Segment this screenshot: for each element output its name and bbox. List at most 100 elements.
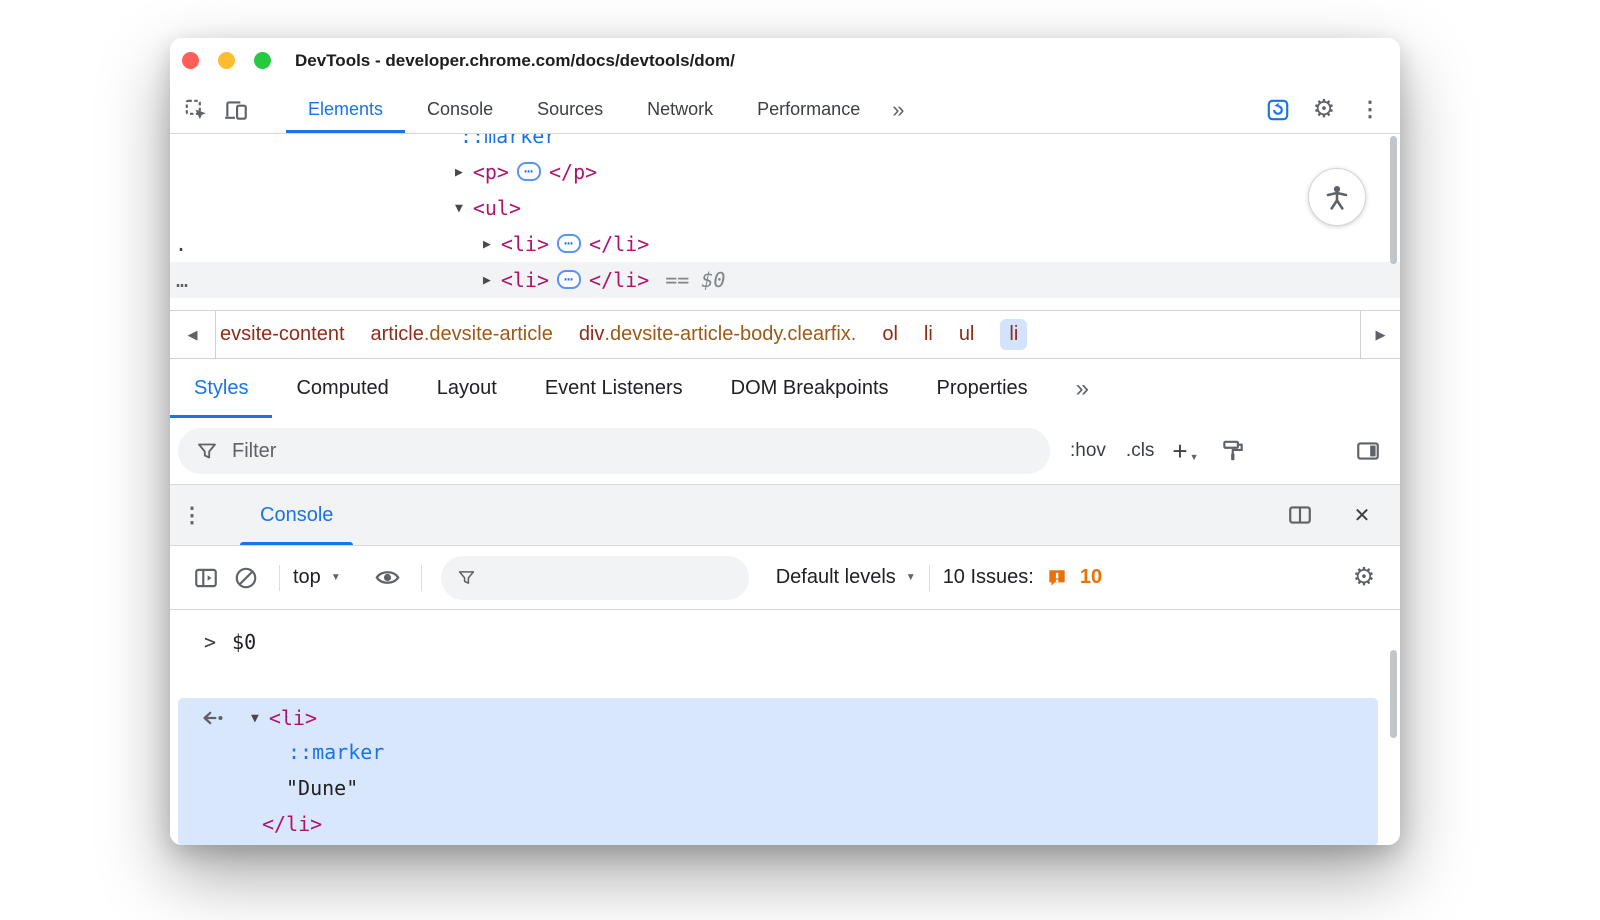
divider <box>421 565 422 591</box>
tab-network[interactable]: Network <box>625 86 735 133</box>
result-node-text[interactable]: "Dune" <box>178 770 1378 806</box>
tab-layout[interactable]: Layout <box>413 359 521 418</box>
dock-sidebar-icon[interactable] <box>1348 438 1388 464</box>
tab-styles[interactable]: Styles <box>170 359 272 418</box>
kebab-menu-icon[interactable]: ⋮ <box>1350 99 1390 120</box>
vertical-scrollbar[interactable] <box>1390 136 1397 264</box>
expand-arrow-icon[interactable]: ▶ <box>483 237 491 252</box>
issues-warning-icon <box>1046 567 1068 589</box>
tab-event-listeners[interactable]: Event Listeners <box>521 359 707 418</box>
collapse-arrow-icon[interactable]: ▼ <box>251 711 259 726</box>
selected-node-highlight <box>170 262 1400 298</box>
tab-computed[interactable]: Computed <box>272 359 412 418</box>
collapse-arrow-icon[interactable]: ▼ <box>455 201 463 216</box>
tab-console[interactable]: Console <box>405 86 515 133</box>
expand-ellipsis-button[interactable]: ⋯ <box>517 162 541 181</box>
result-node-li-close: </li> <box>178 806 1378 842</box>
more-tabs-icon[interactable]: » <box>1066 359 1099 418</box>
drawer-header: ⋮ Console ✕ <box>170 485 1400 546</box>
vertical-scrollbar[interactable] <box>1390 650 1397 738</box>
tree-row-li-selected[interactable]: ▶<li>⋯</li>== $0 <box>483 262 725 299</box>
rendering-emulation-icon[interactable] <box>1213 438 1253 464</box>
split-panel-icon[interactable] <box>1280 502 1320 528</box>
breadcrumb-scroll-left-icon[interactable]: ◀ <box>170 311 216 358</box>
result-node-marker[interactable]: ::marker <box>178 734 1378 770</box>
toggle-class-button[interactable]: .cls <box>1126 440 1155 462</box>
tab-dom-breakpoints[interactable]: DOM Breakpoints <box>707 359 913 418</box>
console-toolbar: top ▼ Default levels ▼ 10 Issues: 10 ⚙ <box>170 546 1400 610</box>
panel-tabs: Elements Console Sources Network Perform… <box>286 86 914 133</box>
chevron-down-icon: ▼ <box>1190 452 1199 462</box>
styles-filter-input[interactable] <box>232 440 1032 463</box>
toolbar-right-controls: ⚙ ⋮ <box>1258 86 1390 133</box>
expand-arrow-icon[interactable]: ▶ <box>455 165 463 180</box>
filter-funnel-icon <box>457 567 476 588</box>
titlebar: DevTools - developer.chrome.com/docs/dev… <box>170 38 1400 86</box>
expand-arrow-icon[interactable]: ▶ <box>483 273 491 288</box>
breadcrumb-item-div[interactable]: div.devsite-article-body.clearfix. <box>579 323 857 346</box>
accessibility-overlay-button[interactable] <box>1308 168 1366 226</box>
breadcrumb-item-ul[interactable]: ul <box>959 323 975 346</box>
device-toolbar-icon[interactable] <box>216 86 256 133</box>
close-window-button[interactable] <box>182 52 199 69</box>
sync-icon[interactable] <box>1258 97 1298 123</box>
tag-close-li: </li> <box>589 268 649 292</box>
breadcrumb-item-li[interactable]: li <box>924 323 933 346</box>
spacer <box>354 565 355 591</box>
expand-ellipsis-button[interactable]: ⋯ <box>557 270 581 289</box>
devtools-window: DevTools - developer.chrome.com/docs/dev… <box>170 38 1400 845</box>
log-level-selector[interactable]: Default levels ▼ <box>776 566 916 589</box>
breadcrumb-item-article[interactable]: article.devsite-article <box>371 323 553 346</box>
result-node-li[interactable]: ▼ <li> <box>178 698 1378 734</box>
breadcrumb: ◀ evsite-content article.devsite-article… <box>170 310 1400 359</box>
chevron-down-icon: ▼ <box>331 572 341 583</box>
console-sidebar-icon[interactable] <box>186 565 226 591</box>
tab-elements[interactable]: Elements <box>286 86 405 133</box>
tree-row-li-1[interactable]: ▶<li>⋯</li> <box>483 226 649 263</box>
drawer-kebab-menu-icon[interactable]: ⋮ <box>170 485 214 545</box>
context-selector[interactable]: top ▼ <box>293 566 341 589</box>
tag-close-p: </p> <box>549 160 597 184</box>
expand-ellipsis-button[interactable]: ⋯ <box>557 234 581 253</box>
breadcrumb-item-devsite-content[interactable]: evsite-content <box>220 323 345 346</box>
clipped-text-fragment: . <box>175 226 187 262</box>
console-filter-box[interactable] <box>441 556 749 600</box>
tree-node-marker-clipped[interactable]: ::marker <box>460 134 556 151</box>
breadcrumb-item-ol[interactable]: ol <box>882 323 898 346</box>
console-result-selected[interactable]: ▼ <li> ::marker "Dune" </li> <box>178 698 1378 845</box>
close-drawer-icon[interactable]: ✕ <box>1342 503 1382 528</box>
clipped-text-fragment: … <box>176 262 188 298</box>
drawer-tab-console[interactable]: Console <box>232 485 361 545</box>
tag-open-ul: <ul> <box>473 196 521 220</box>
console-input-echo[interactable]: > $0 <box>204 624 256 660</box>
console-settings-gear-icon[interactable]: ⚙ <box>1344 565 1384 590</box>
clear-console-icon[interactable] <box>226 565 266 591</box>
minimize-window-button[interactable] <box>218 52 235 69</box>
new-style-rule-button[interactable]: + ▼ <box>1172 436 1198 467</box>
inspect-element-icon[interactable] <box>176 86 216 133</box>
toggle-hover-state-button[interactable]: :hov <box>1070 440 1106 462</box>
tab-properties[interactable]: Properties <box>913 359 1052 418</box>
accessibility-person-icon <box>1319 179 1355 215</box>
tree-row-ul[interactable]: ▼ <ul> <box>455 190 521 227</box>
divider <box>929 565 930 591</box>
breadcrumb-item-li-selected[interactable]: li <box>1000 319 1027 350</box>
filter-funnel-icon <box>196 440 218 462</box>
console-messages: > $0 ▼ <li> ::marker "Dune" </li> <box>170 610 1400 845</box>
tag-open-li: <li> <box>269 706 317 730</box>
tab-performance[interactable]: Performance <box>735 86 882 133</box>
main-toolbar: Elements Console Sources Network Perform… <box>170 86 1400 134</box>
issues-counter[interactable]: 10 Issues: 10 <box>943 566 1102 589</box>
prompt-chevron-icon: > <box>204 630 216 654</box>
breadcrumb-scroll-right-icon[interactable]: ▶ <box>1360 311 1400 358</box>
settings-gear-icon[interactable]: ⚙ <box>1304 97 1344 122</box>
more-panels-icon[interactable]: » <box>882 86 914 133</box>
tab-sources[interactable]: Sources <box>515 86 625 133</box>
tree-row-p[interactable]: ▶<p>⋯</p> <box>455 154 597 191</box>
live-expression-eye-icon[interactable] <box>368 564 408 591</box>
tag-close-li: </li> <box>589 232 649 256</box>
zoom-window-button[interactable] <box>254 52 271 69</box>
elements-dom-tree: ::marker ▶<p>⋯</p> ▼<ul> ▶<li>⋯</li> ▶<l… <box>170 134 1400 310</box>
styles-filter-box[interactable] <box>178 428 1050 474</box>
console-filter-input[interactable] <box>488 567 733 589</box>
